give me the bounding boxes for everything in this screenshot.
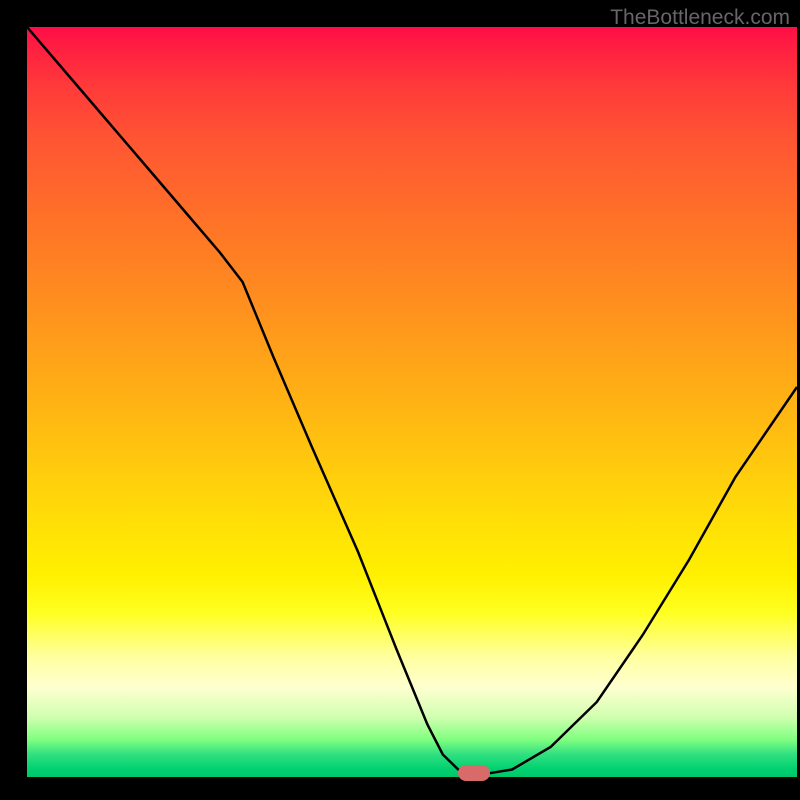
plot-area <box>27 27 797 777</box>
optimal-point-marker <box>458 765 490 781</box>
bottleneck-curve <box>27 27 797 777</box>
watermark-text: TheBottleneck.com <box>610 6 790 30</box>
